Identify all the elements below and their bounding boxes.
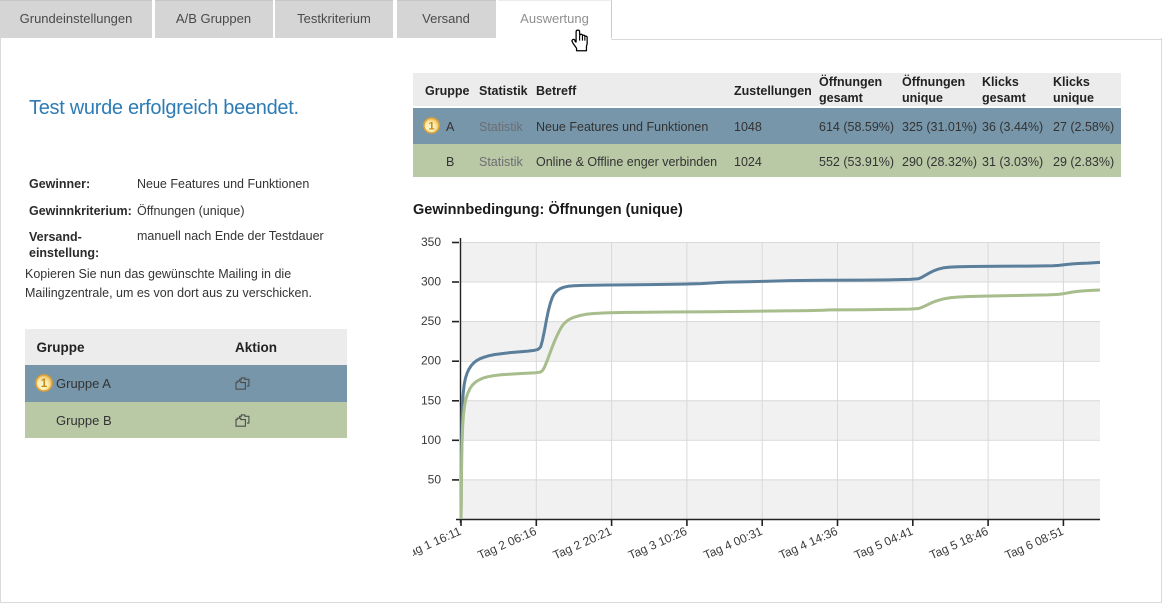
svg-text:Tag 2 20:21: Tag 2 20:21	[551, 523, 614, 561]
svg-text:Tag 3 10:26: Tag 3 10:26	[626, 523, 689, 561]
svg-text:Tag 1 16:11: Tag 1 16:11	[413, 523, 464, 561]
svg-text:1: 1	[41, 376, 48, 390]
svg-text:Tag 2 06:16: Tag 2 06:16	[476, 523, 539, 561]
svg-text:1: 1	[428, 120, 434, 132]
svg-text:Tag 5 04:41: Tag 5 04:41	[852, 523, 915, 561]
svg-text:100: 100	[421, 432, 441, 446]
svg-text:200: 200	[421, 353, 441, 367]
svg-text:50: 50	[428, 472, 442, 486]
svg-text:150: 150	[421, 393, 441, 407]
svg-text:Tag 5 18:46: Tag 5 18:46	[927, 523, 990, 561]
svg-text:350: 350	[421, 235, 441, 249]
svg-text:300: 300	[421, 274, 441, 288]
svg-text:Tag 4 14:36: Tag 4 14:36	[777, 523, 840, 561]
svg-text:250: 250	[421, 314, 441, 328]
svg-text:Tag 4 00:31: Tag 4 00:31	[701, 523, 764, 561]
svg-text:Tag 6 08:51: Tag 6 08:51	[1003, 523, 1066, 561]
